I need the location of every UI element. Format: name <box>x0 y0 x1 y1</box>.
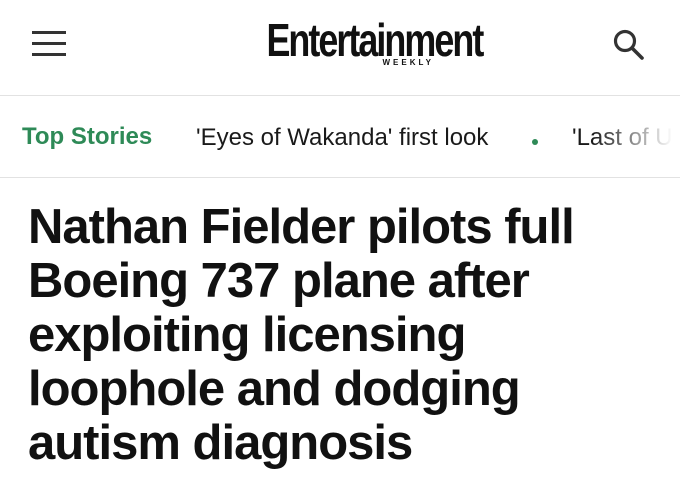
menu-bar <box>32 42 66 45</box>
site-header: Entertainment WEEKLY <box>0 0 680 96</box>
nav-separator-dot <box>532 139 538 145</box>
top-stories-nav: Top Stories 'Eyes of Wakanda' first look… <box>0 96 680 178</box>
menu-bar <box>32 31 66 34</box>
nav-link-last-of-us[interactable]: 'Last of U <box>572 124 673 152</box>
site-logo[interactable]: Entertainment WEEKLY <box>236 14 484 76</box>
search-icon[interactable] <box>612 28 646 62</box>
menu-bar <box>32 53 66 56</box>
hamburger-menu-icon[interactable] <box>32 31 66 57</box>
article-headline: Nathan Fielder pilots full Boeing 737 pl… <box>28 200 575 470</box>
top-stories-label: Top Stories <box>22 123 153 150</box>
nav-link-eyes-of-wakanda[interactable]: 'Eyes of Wakanda' first look <box>196 124 488 152</box>
logo-subtext: WEEKLY <box>380 58 436 67</box>
logo-wordmark: Entertainment <box>266 14 484 66</box>
